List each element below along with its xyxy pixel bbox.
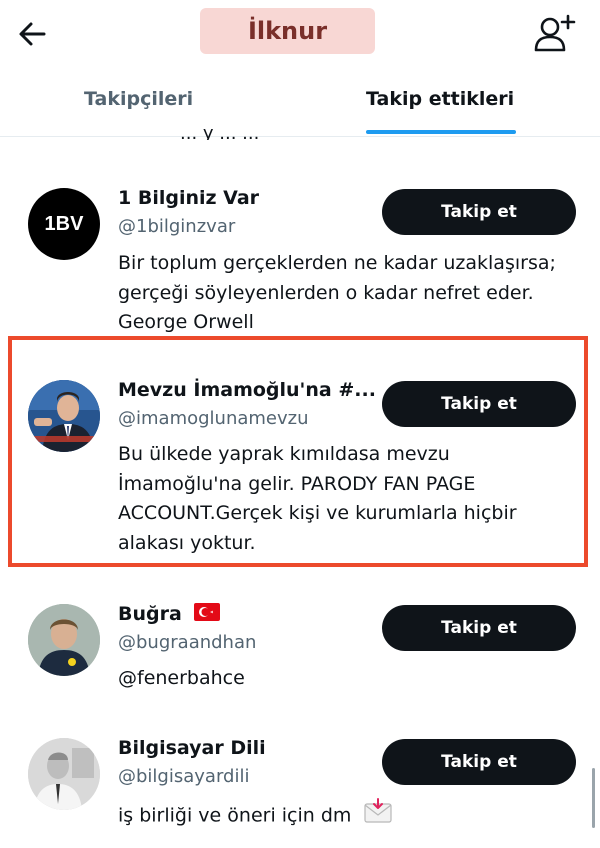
profile-title-container: İlknur	[200, 8, 375, 54]
user-handle[interactable]: @bugraandhan	[118, 632, 256, 653]
arrow-left-icon	[19, 22, 46, 46]
user-bio[interactable]: @fenerbahce	[118, 664, 578, 694]
scrollbar[interactable]	[592, 768, 595, 828]
avatar[interactable]: 1BV	[28, 188, 100, 260]
user-handle[interactable]: @bilgisayardili	[118, 766, 249, 787]
avatar[interactable]	[28, 604, 100, 676]
user-handle[interactable]: @1bilginzvar	[118, 216, 235, 237]
user-name[interactable]: 1 Bilginiz Var	[118, 187, 259, 209]
user-bio: Bir toplum gerçeklerden ne kadar uzaklaş…	[118, 252, 556, 333]
tab-bar: Takipçileri Takip ettikleri	[0, 66, 600, 137]
turkey-flag-icon	[194, 603, 221, 626]
top-bar: İlknur	[0, 0, 600, 66]
person-add-icon	[534, 14, 576, 52]
avatar[interactable]	[28, 738, 100, 810]
partial-previous-row: ... y ... ...	[180, 128, 260, 140]
avatar-logo-text: 1BV	[44, 212, 84, 235]
follow-button[interactable]: Takip et	[382, 189, 576, 235]
user-bio: iş birliği ve öneri için dm	[118, 804, 352, 827]
back-button[interactable]	[14, 14, 54, 54]
user-name[interactable]: Buğra	[118, 603, 182, 625]
user-bio-container: iş birliği ve öneri için dm	[118, 798, 578, 834]
user-row[interactable]: 1BV 1 Bilginiz Var @1bilginzvar Takip et…	[0, 180, 600, 336]
page-title: İlknur	[247, 17, 328, 45]
avatar-photo-icon	[28, 604, 100, 676]
add-user-button[interactable]	[530, 12, 578, 54]
active-tab-indicator	[366, 130, 516, 134]
avatar-photo-icon	[28, 738, 100, 810]
tab-following[interactable]: Takip ettikleri	[366, 88, 514, 110]
user-name[interactable]: Bilgisayar Dili	[118, 737, 266, 759]
highlight-annotation-box	[8, 336, 588, 567]
tab-followers[interactable]: Takipçileri	[84, 88, 193, 110]
user-row[interactable]: Bilgisayar Dili @bilgisayardili Takip et…	[0, 730, 600, 848]
follow-button[interactable]: Takip et	[382, 739, 576, 785]
user-row[interactable]: Buğra @bugraandhan Takip et @fenerbahce	[0, 596, 600, 706]
envelope-icon	[363, 798, 393, 834]
follow-button[interactable]: Takip et	[382, 605, 576, 651]
user-name-container[interactable]: Buğra	[118, 603, 221, 626]
